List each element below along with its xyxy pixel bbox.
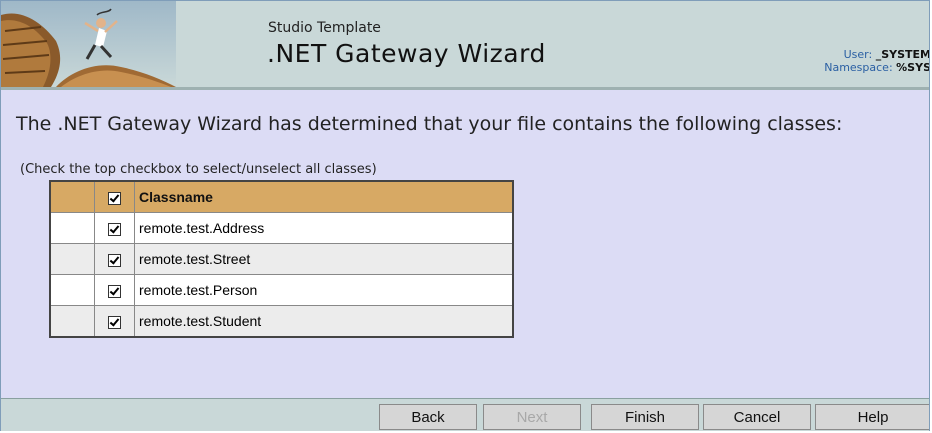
table-header-row: Classname [49,180,514,213]
row-blank [49,212,95,244]
row-checkbox[interactable] [108,284,121,298]
next-button[interactable]: Next [483,404,581,430]
logo-image [1,1,176,87]
row-checkbox[interactable] [108,222,121,236]
table-row: remote.test.Student [49,305,514,338]
row-blank [49,243,95,275]
row-checkbox-cell [94,212,135,244]
footer-bar: Back Next Finish Cancel Help [1,398,929,431]
wizard-window: Studio Template .NET Gateway Wizard User… [0,0,930,431]
row-checkbox[interactable] [108,253,121,267]
main-content: The .NET Gateway Wizard has determined t… [1,90,929,398]
header-bar: Studio Template .NET Gateway Wizard User… [1,1,930,90]
select-all-cell [94,180,135,213]
namespace-label: Namespace: [824,61,893,74]
user-value: _SYSTEM [875,48,930,61]
row-blank [49,274,95,306]
finish-button[interactable]: Finish [591,404,699,430]
header-subtitle: Studio Template [268,20,381,36]
intro-text: The .NET Gateway Wizard has determined t… [16,113,843,135]
column-header-classname: Classname [134,180,514,213]
user-label: User: [843,48,873,61]
climber-illustration [1,1,176,87]
row-checkbox-cell [94,243,135,275]
row-checkbox-cell [94,305,135,338]
page-title: .NET Gateway Wizard [267,39,546,68]
table-row: remote.test.Person [49,274,514,306]
help-button[interactable]: Help [815,404,929,430]
row-checkbox-cell [94,274,135,306]
select-all-checkbox[interactable] [108,191,121,205]
user-info: User: _SYSTEM Namespace: %SYS [824,48,930,74]
row-classname: remote.test.Student [134,305,514,338]
row-classname: remote.test.Person [134,274,514,306]
hint-text: (Check the top checkbox to select/unsele… [20,162,377,177]
table-row: remote.test.Street [49,243,514,275]
table-row: remote.test.Address [49,212,514,244]
row-blank [49,305,95,338]
back-button[interactable]: Back [379,404,477,430]
cancel-button[interactable]: Cancel [703,404,811,430]
class-table: Classname remote.test.Address remote.tes… [49,180,514,338]
namespace-value: %SYS [896,61,930,74]
row-classname: remote.test.Street [134,243,514,275]
row-classname: remote.test.Address [134,212,514,244]
table-header-blank [49,180,95,213]
row-checkbox[interactable] [108,315,121,329]
